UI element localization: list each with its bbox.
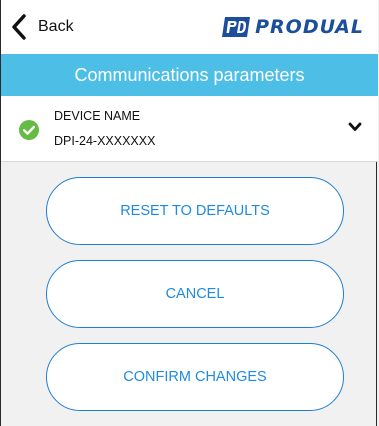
device-name-value: DPI-24-XXXXXXX — [54, 134, 156, 148]
top-navigation-bar: Back PRODUAL — [1, 0, 378, 54]
back-button[interactable]: Back — [11, 13, 74, 41]
reset-to-defaults-button[interactable]: RESET TO DEFAULTS — [46, 177, 344, 245]
device-name-label: DEVICE NAME — [54, 109, 141, 123]
brand-wordmark: PRODUAL — [255, 16, 364, 38]
page-title: Communications parameters — [74, 64, 305, 85]
confirm-changes-button[interactable]: CONFIRM CHANGES — [46, 343, 344, 411]
back-arrow-icon — [12, 14, 26, 40]
page-title-bar: Communications parameters — [1, 54, 378, 96]
check-circle-icon — [19, 120, 39, 140]
produal-logo: PRODUAL — [221, 14, 364, 40]
back-label: Back — [38, 18, 74, 35]
cancel-button[interactable]: CANCEL — [46, 260, 344, 328]
produal-mark-icon — [222, 17, 251, 37]
chevron-down-icon[interactable] — [348, 122, 362, 132]
app-screen: Back PRODUAL Communications parameters D… — [0, 0, 378, 426]
device-selector[interactable]: DEVICE NAME DPI-24-XXXXXXX — [1, 96, 378, 162]
